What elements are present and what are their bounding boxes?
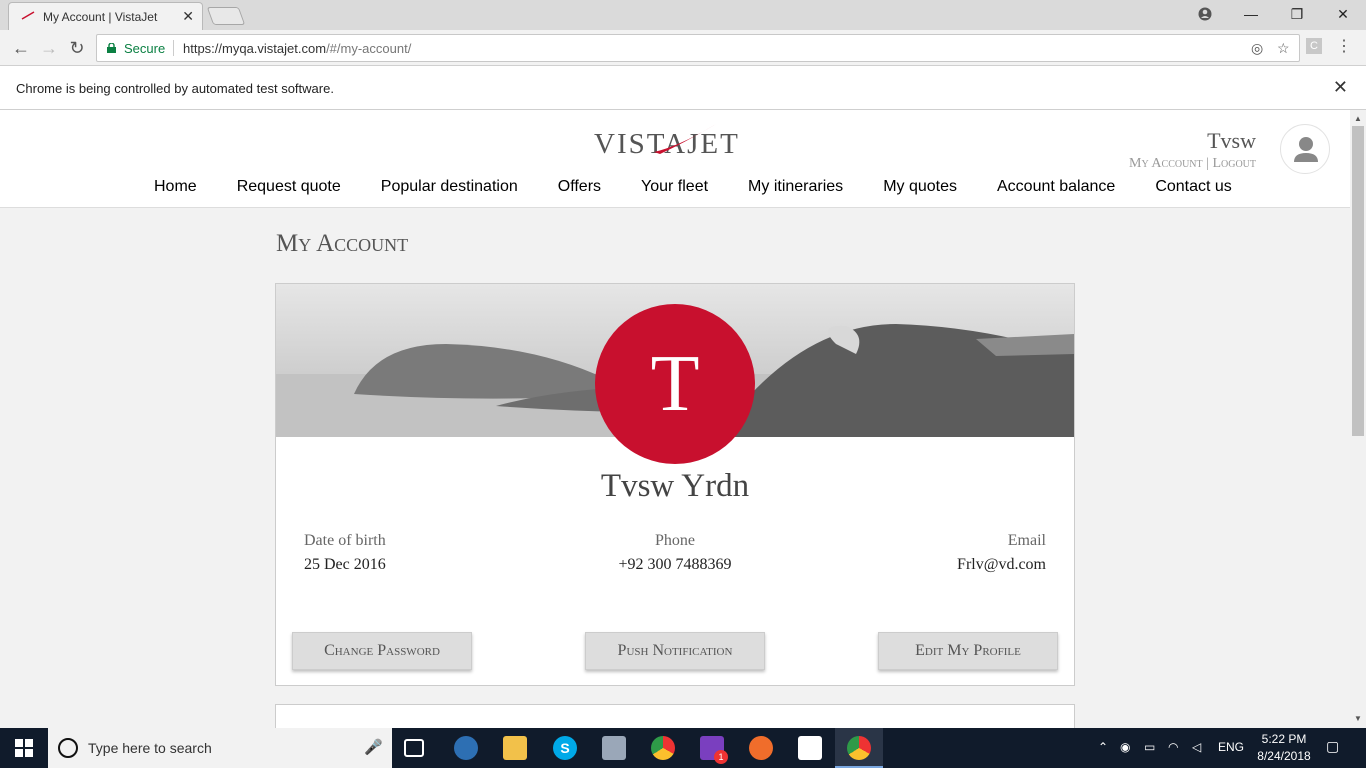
phone-field: Phone +92 300 7488369 [575,532,775,574]
forward-icon[interactable]: → [38,37,60,59]
vistajet-logo[interactable]: VISTAJET [594,122,759,162]
dob-value: 25 Dec 2016 [304,556,386,573]
taskbar-search-box[interactable]: Type here to search 🎤 [48,728,392,768]
header-user-name: Tvsw [1207,128,1256,153]
url-text[interactable]: https://myqa.vistajet.com/#/my-account/ [183,41,411,56]
phone-label: Phone [655,532,695,549]
wifi-icon[interactable]: ◠ [1168,740,1178,754]
bookmark-star-icon[interactable]: ☆ [1277,40,1290,57]
minimize-icon[interactable]: — [1228,0,1274,28]
user-avatar-icon[interactable] [1280,124,1330,174]
tab-close-icon[interactable]: ✕ [182,8,194,25]
nav-my-itineraries[interactable]: My itineraries [748,178,843,196]
lock-icon [107,43,116,53]
site-header: VISTAJET Tvsw My Account | Logout Home R… [0,110,1350,208]
browser-toolbar: ← → ↻ Secure https://myqa.vistajet.com/#… [0,30,1366,66]
chrome-menu-icon[interactable]: ⋮ [1336,36,1352,56]
my-account-link[interactable]: My Account [1129,156,1203,171]
page-scrollbar[interactable]: ▲ ▼ [1350,110,1366,728]
profile-full-name: Tvsw Yrdn [600,468,750,504]
scroll-up-icon[interactable]: ▲ [1354,114,1362,123]
windows-start-icon[interactable] [0,728,48,768]
nav-request-quote[interactable]: Request quote [237,178,341,196]
ide-badge: 1 [714,750,728,764]
chrome-active-icon [847,736,871,760]
logout-link[interactable]: Logout [1212,156,1256,171]
page-viewport: VISTAJET Tvsw My Account | Logout Home R… [0,110,1350,728]
profile-initial-avatar: T [595,304,755,464]
taskbar-search-placeholder: Type here to search [88,740,212,756]
microphone-icon[interactable]: 🎤 [364,738,383,756]
email-value: Frlv@vd.com [957,556,1046,573]
nav-offers[interactable]: Offers [558,178,601,196]
nav-contact-us[interactable]: Contact us [1155,178,1231,196]
scrollbar-thumb[interactable] [1352,126,1364,436]
browser-tab[interactable]: My Account | VistaJet ✕ [8,2,203,30]
sticky-notes-icon[interactable] [798,736,822,760]
automation-infobar: Chrome is being controlled by automated … [0,66,1366,110]
change-password-button[interactable]: Change Password [292,632,472,670]
battery-icon[interactable]: ▭ [1144,740,1155,754]
edit-profile-button[interactable]: Edit My Profile [878,632,1058,670]
main-nav: Home Request quote Popular destination O… [154,178,1232,196]
secure-label: Secure [124,41,166,56]
logo-swoosh-icon [654,124,716,154]
file-explorer-icon[interactable] [503,736,527,760]
secondary-card [275,704,1075,728]
tray-expand-icon[interactable]: ⌃ [1098,740,1108,754]
infobar-message: Chrome is being controlled by automated … [16,81,334,96]
clock-date: 8/24/2018 [1257,749,1311,763]
chrome-icon[interactable] [651,736,675,760]
nav-popular-destination[interactable]: Popular destination [381,178,518,196]
profile-card: T Tvsw Yrdn Date of birth 25 Dec 2016 Ph… [275,283,1075,686]
volume-muted-icon[interactable]: ◁ [1192,740,1201,754]
extension-icon[interactable]: C [1306,38,1322,54]
email-field: Email Frlv@vd.com [957,532,1046,574]
reload-icon[interactable]: ↻ [66,37,88,59]
email-label: Email [1007,532,1046,549]
restore-icon[interactable]: ❐ [1274,0,1320,28]
account-links: My Account | Logout [1129,156,1256,172]
app-globe-icon[interactable] [454,736,478,760]
phone-value: +92 300 7488369 [618,556,732,573]
nav-account-balance[interactable]: Account balance [997,178,1115,196]
infobar-close-icon[interactable]: ✕ [1333,77,1348,98]
ide-app-icon[interactable]: 1 [700,736,728,764]
address-bar[interactable]: Secure https://myqa.vistajet.com/#/my-ac… [96,34,1300,62]
clock-time: 5:22 PM [1261,732,1307,746]
new-tab-button[interactable] [206,7,246,25]
browser-tabstrip: My Account | VistaJet ✕ — ❐ ✕ [0,0,1366,30]
postman-icon[interactable] [749,736,773,760]
link-separator: | [1206,156,1209,171]
dob-label: Date of birth [304,532,386,549]
cortana-icon [58,738,78,758]
vistajet-favicon-icon [21,11,35,20]
nav-your-fleet[interactable]: Your fleet [641,178,708,196]
nav-my-quotes[interactable]: My quotes [883,178,957,196]
network-status-icon[interactable]: ◉ [1120,740,1130,754]
omnibox-separator [173,40,174,56]
skype-icon[interactable]: S [553,736,577,760]
profile-icon[interactable] [1182,0,1228,28]
window-close-icon[interactable]: ✕ [1320,0,1366,28]
language-indicator[interactable]: ENG [1218,740,1244,754]
notifications-icon[interactable]: ▢ [1326,738,1339,755]
tab-title: My Account | VistaJet [43,10,158,24]
url-path: /#/my-account/ [326,41,412,56]
scroll-down-icon[interactable]: ▼ [1354,714,1362,723]
push-notification-button[interactable]: Push Notification [585,632,765,670]
task-view-icon[interactable] [404,739,424,757]
chrome-active-slot[interactable] [835,728,883,768]
windows-taskbar: Type here to search 🎤 S 1 ⌃ ◉ ▭ ◠ ◁ ENG … [0,728,1366,768]
database-app-icon[interactable] [602,736,626,760]
back-icon[interactable]: ← [10,37,32,59]
location-icon[interactable]: ◎ [1251,40,1263,57]
nav-home[interactable]: Home [154,178,197,196]
dob-field: Date of birth 25 Dec 2016 [304,532,386,574]
url-host: https://myqa.vistajet.com [183,41,327,56]
system-clock[interactable]: 5:22 PM 8/24/2018 [1254,731,1314,765]
page-title: My Account [276,230,409,257]
